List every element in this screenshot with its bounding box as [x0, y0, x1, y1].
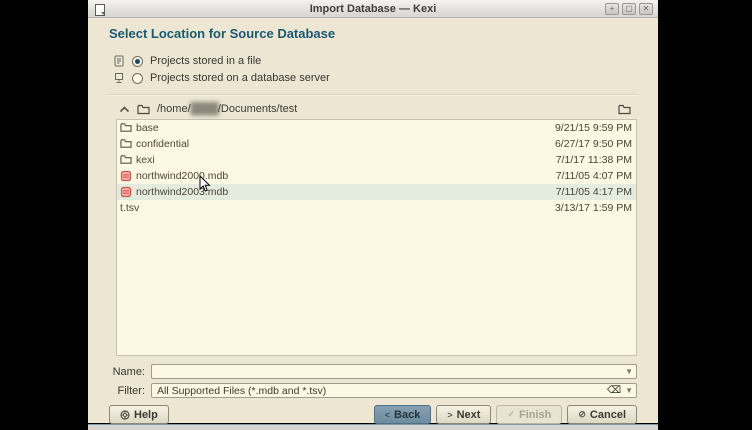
back-button[interactable]: < Back: [374, 405, 432, 424]
folder-icon: [120, 138, 132, 150]
option-label: Projects stored in a file: [150, 55, 261, 67]
radio-button[interactable]: [132, 73, 143, 84]
source-type-options: Projects stored in a file Projects store…: [113, 55, 637, 84]
dialog-body: Select Location for Source Database Proj…: [88, 18, 658, 424]
file-list-row[interactable]: kexi 7/1/17 11:38 PM: [117, 152, 636, 168]
keep-above-button[interactable]: +: [605, 3, 619, 15]
folder-icon: [137, 104, 150, 115]
mouse-cursor: [199, 175, 211, 193]
file-modified-date: 3/13/17 1:59 PM: [555, 202, 632, 214]
path-username-redacted: ████: [191, 103, 218, 115]
button-row: Help < Back > Next ✓ Finish: [109, 405, 637, 424]
title-bar[interactable]: Import Database — Kexi +▢✕: [88, 0, 658, 18]
file-list[interactable]: base 9/21/15 9:59 PM confidential 6/27/1…: [116, 119, 637, 356]
path-prefix: /home/: [157, 103, 191, 115]
clear-filter-icon[interactable]: ⌫: [607, 386, 621, 396]
file-list-row[interactable]: base 9/21/15 9:59 PM: [117, 120, 636, 136]
chevron-right-icon: >: [447, 410, 452, 420]
filter-combobox[interactable]: All Supported Files (*.mdb and *.tsv) ⌫ …: [151, 383, 637, 398]
file-list-row[interactable]: confidential 6/27/17 9:50 PM: [117, 136, 636, 152]
file-list-row[interactable]: northwind2003.mdb 7/11/05 4:17 PM: [117, 184, 636, 200]
chevron-left-icon: <: [385, 410, 390, 420]
chevron-down-icon[interactable]: ▼: [625, 367, 633, 376]
file-list-row[interactable]: t.tsv 3/13/17 1:59 PM: [117, 200, 636, 216]
source-option-server[interactable]: Projects stored on a database server: [113, 72, 637, 84]
file-icon: [113, 55, 125, 67]
file-modified-date: 7/11/05 4:07 PM: [556, 170, 632, 182]
nav-buttons: < Back > Next ✓ Finish ⊘ Cancel: [374, 405, 637, 424]
window-bottom-frame: [88, 424, 658, 430]
database-file-icon: [120, 170, 132, 182]
file-name: kexi: [136, 154, 556, 166]
finish-button-label: Finish: [519, 409, 551, 421]
cancel-icon: ⊘: [578, 409, 586, 420]
filter-label: Filter:: [109, 385, 145, 397]
help-icon: [120, 410, 130, 420]
file-list-row[interactable]: northwind2000.mdb 7/11/05 4:07 PM: [117, 168, 636, 184]
filter-row: Filter: All Supported Files (*.mdb and *…: [109, 383, 637, 398]
source-option-file[interactable]: Projects stored in a file: [113, 55, 637, 67]
section-divider: [109, 94, 637, 96]
name-label: Name:: [109, 366, 145, 378]
check-icon: ✓: [507, 409, 515, 420]
file-name: confidential: [136, 138, 555, 150]
location-bar: /home/████/Documents/test: [109, 103, 637, 115]
go-up-button[interactable]: [119, 105, 130, 114]
file-modified-date: 6/27/17 9:50 PM: [555, 138, 632, 150]
name-row: Name: ▼: [109, 364, 637, 379]
path-suffix: /Documents/test: [218, 103, 297, 115]
file-modified-date: 7/11/05 4:17 PM: [556, 186, 632, 198]
next-button-label: Next: [457, 409, 481, 421]
window-title: Import Database — Kexi: [88, 3, 658, 15]
option-label: Projects stored on a database server: [150, 72, 330, 84]
help-button[interactable]: Help: [109, 405, 169, 424]
name-combobox[interactable]: ▼: [151, 364, 637, 379]
radio-button[interactable]: [132, 56, 143, 67]
window-controls: +▢✕: [605, 3, 658, 15]
cancel-button-label: Cancel: [590, 409, 626, 421]
filter-value: All Supported Files (*.mdb and *.tsv): [157, 385, 603, 397]
server-icon: [113, 72, 125, 84]
file-name: t.tsv: [120, 202, 555, 214]
folder-icon: [120, 154, 132, 166]
finish-button: ✓ Finish: [496, 405, 562, 424]
import-database-dialog: Import Database — Kexi +▢✕ Select Locati…: [88, 0, 658, 423]
maximize-button[interactable]: ▢: [622, 3, 636, 15]
folder-icon: [120, 122, 132, 134]
chevron-down-icon[interactable]: ▼: [625, 386, 633, 395]
close-button[interactable]: ✕: [639, 3, 653, 15]
help-button-label: Help: [134, 409, 158, 421]
cancel-button[interactable]: ⊘ Cancel: [567, 405, 637, 424]
desktop-background: Import Database — Kexi +▢✕ Select Locati…: [0, 0, 752, 423]
page-title: Select Location for Source Database: [109, 26, 637, 41]
next-button[interactable]: > Next: [436, 405, 491, 424]
file-name: base: [136, 122, 555, 134]
file-modified-date: 7/1/17 11:38 PM: [556, 154, 632, 166]
new-folder-button[interactable]: [618, 104, 631, 115]
back-button-label: Back: [394, 409, 420, 421]
file-modified-date: 9/21/15 9:59 PM: [555, 122, 632, 134]
database-file-icon: [120, 186, 132, 198]
current-path[interactable]: /home/████/Documents/test: [157, 103, 297, 115]
